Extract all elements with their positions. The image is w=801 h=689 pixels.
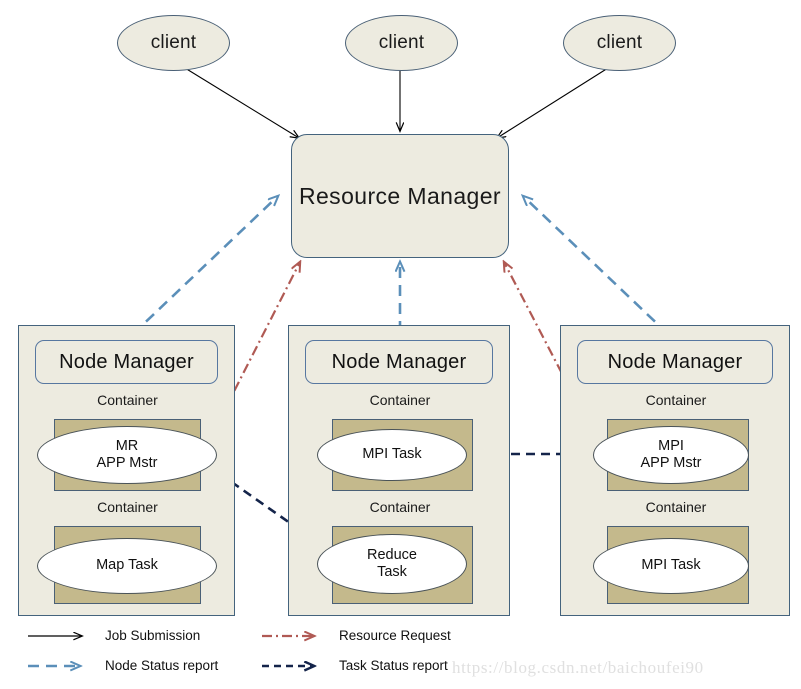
task-node-mpi-task-2[interactable]: MPI Task <box>593 538 749 594</box>
resource-manager-node[interactable]: Resource Manager <box>291 134 509 258</box>
task-node-reduce-task[interactable]: Reduce Task <box>317 534 467 594</box>
task-label-line: APP Mstr <box>640 455 702 471</box>
task-node-mpi-app-mstr[interactable]: MPI APP Mstr <box>593 426 749 484</box>
task-node-map-task[interactable]: Map Task <box>37 538 217 594</box>
node-manager-header-3[interactable]: Node Manager <box>577 340 773 384</box>
task-label: Map Task <box>96 557 158 574</box>
container-label-nm1-c1: Container <box>97 392 158 408</box>
edge-nm1-to-rm <box>132 196 278 335</box>
client-node-1[interactable]: client <box>117 15 230 71</box>
container-label-nm2-c2: Container <box>369 499 431 515</box>
edge-client1-to-rm <box>184 67 299 138</box>
task-label: Reduce Task <box>367 547 417 581</box>
legend-label: Job Submission <box>105 628 201 643</box>
edge-client3-to-rm <box>497 67 609 138</box>
task-label-line: Reduce <box>367 546 417 563</box>
legend-item-node-status-report: Node Status report <box>28 658 218 673</box>
legend-item-task-status-report: Task Status report <box>262 658 448 673</box>
client-label: client <box>378 32 425 53</box>
client-node-2[interactable]: client <box>345 15 458 71</box>
resource-manager-label: Resource Manager <box>298 182 501 209</box>
edge-nm3-to-rm <box>523 196 669 335</box>
task-label: MPI Task <box>362 446 422 463</box>
task-label-line: MPI <box>658 437 684 454</box>
container-label-nm1-c2: Container <box>97 499 158 515</box>
node-manager-panel-2[interactable]: Node Manager Container MPI Task Containe… <box>288 325 510 616</box>
task-node-mr-app-mstr[interactable]: MR APP Mstr <box>37 426 217 484</box>
node-manager-panel-3[interactable]: Node Manager Container MPI APP Mstr Cont… <box>560 325 790 616</box>
legend-swatch-node-status-report <box>28 659 94 673</box>
legend-swatch-job-submission <box>28 629 94 643</box>
legend-swatch-task-status-report <box>262 659 328 673</box>
edge-group-job-submission <box>184 67 609 138</box>
task-label-line: Task <box>377 564 407 580</box>
legend-label: Task Status report <box>339 658 448 673</box>
legend-label: Node Status report <box>105 658 219 673</box>
client-node-3[interactable]: client <box>563 15 676 71</box>
task-label: MPI APP Mstr <box>641 438 702 472</box>
node-manager-header-2[interactable]: Node Manager <box>305 340 493 384</box>
client-label: client <box>150 32 197 53</box>
task-label-line: MR <box>115 437 139 454</box>
container-label-nm3-c2: Container <box>645 499 707 515</box>
legend-swatch-resource-request <box>262 629 328 643</box>
task-label-line: APP Mstr <box>96 455 158 471</box>
node-manager-label: Node Manager <box>607 350 743 373</box>
node-manager-label: Node Manager <box>59 350 194 373</box>
node-manager-header-1[interactable]: Node Manager <box>35 340 218 384</box>
node-manager-panel-1[interactable]: Node Manager Container MR APP Mstr Conta… <box>18 325 235 616</box>
legend-item-job-submission: Job Submission <box>28 628 200 643</box>
container-label-nm2-c1: Container <box>369 392 431 408</box>
watermark-text: https://blog.csdn.net/baichoufei90 <box>452 658 704 677</box>
node-manager-label: Node Manager <box>331 350 467 373</box>
task-label: MPI Task <box>641 557 701 574</box>
diagram-canvas: client client client Resource Manager No… <box>0 0 801 689</box>
client-label: client <box>596 32 643 53</box>
task-node-mpi-task-1[interactable]: MPI Task <box>317 429 467 481</box>
legend-item-resource-request: Resource Request <box>262 628 451 643</box>
task-label: MR APP Mstr <box>97 438 158 472</box>
legend-label: Resource Request <box>339 628 451 643</box>
container-label-nm3-c1: Container <box>645 392 707 408</box>
